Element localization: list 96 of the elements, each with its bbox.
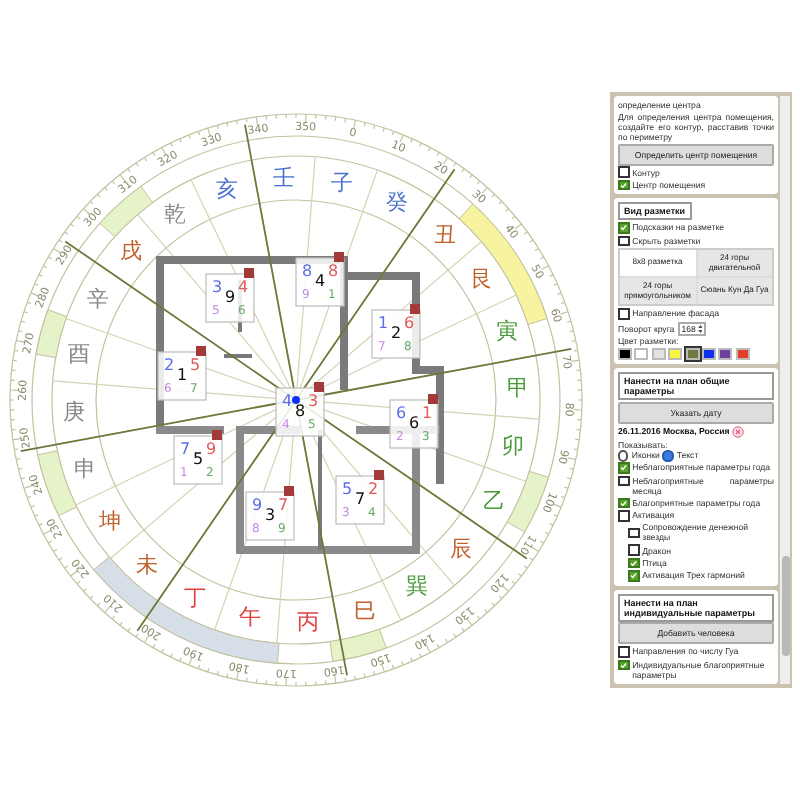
star-number: 5 bbox=[190, 356, 201, 374]
star-number: 4 bbox=[282, 392, 293, 410]
star-chart-card bbox=[245, 491, 295, 541]
star-number: 2 bbox=[391, 324, 402, 342]
marker-icon[interactable] bbox=[334, 252, 344, 262]
mountain-label: 巽 bbox=[405, 573, 428, 600]
mountain-label: 亥 bbox=[216, 175, 239, 202]
star-number: 4 bbox=[238, 278, 249, 296]
checkbox[interactable] bbox=[628, 557, 640, 569]
checkbox[interactable] bbox=[628, 570, 640, 582]
checkbox[interactable] bbox=[628, 527, 640, 539]
star-number: 2 bbox=[164, 356, 175, 374]
star-chart-card bbox=[275, 387, 325, 437]
star-number: 3 bbox=[265, 506, 276, 524]
marker-icon[interactable] bbox=[244, 268, 254, 278]
mountain-label: 酉 bbox=[67, 340, 90, 367]
star-number: 9 bbox=[252, 496, 263, 514]
star-number: 3 bbox=[212, 278, 223, 296]
color-swatch[interactable] bbox=[634, 348, 649, 361]
star-chart-card bbox=[173, 435, 223, 485]
color-swatch[interactable] bbox=[668, 348, 683, 361]
checkbox[interactable] bbox=[618, 179, 630, 191]
star-number: 8 bbox=[295, 402, 306, 420]
mountain-label: 壬 bbox=[273, 165, 296, 192]
star-number: 9 bbox=[225, 288, 236, 306]
star-number: 8 bbox=[302, 262, 313, 280]
star-chart-card bbox=[157, 351, 207, 401]
marker-icon[interactable] bbox=[196, 346, 206, 356]
star-number: 6 bbox=[409, 414, 420, 432]
mountain-label: 坤 bbox=[98, 507, 121, 534]
star-number: 8 bbox=[328, 262, 339, 280]
mountain-label: 丁 bbox=[184, 584, 207, 611]
mountain-label: 子 bbox=[331, 169, 354, 196]
color-swatch[interactable] bbox=[651, 348, 666, 361]
star-number: 1 bbox=[422, 404, 433, 422]
mountain-label: 艮 bbox=[471, 266, 494, 293]
mountain-label: 乙 bbox=[482, 487, 505, 514]
mountain-label: 戌 bbox=[120, 238, 142, 265]
checkbox[interactable] bbox=[618, 308, 630, 320]
mountain-label: 卯 bbox=[502, 433, 525, 460]
star-number: 7 bbox=[355, 490, 366, 508]
color-swatch[interactable] bbox=[685, 348, 700, 361]
star-number: 7 bbox=[278, 496, 289, 514]
star-number: 5 bbox=[342, 480, 353, 498]
mountain-label: 丑 bbox=[433, 222, 456, 248]
highlight-band bbox=[35, 309, 68, 359]
checkbox[interactable] bbox=[618, 166, 630, 178]
star-number: 7 bbox=[180, 440, 191, 458]
color-swatch[interactable] bbox=[718, 348, 733, 361]
checkbox[interactable] bbox=[618, 646, 630, 658]
mountain-label: 甲 bbox=[506, 375, 529, 402]
scrollbar[interactable] bbox=[780, 96, 790, 684]
star-chart-card bbox=[205, 273, 255, 323]
mountain-label: 丙 bbox=[296, 608, 319, 635]
checkbox[interactable] bbox=[618, 222, 630, 234]
mountain-label: 巳 bbox=[353, 598, 376, 625]
center-point-icon bbox=[292, 396, 300, 404]
mountain-label: 乾 bbox=[164, 200, 187, 227]
marker-icon[interactable] bbox=[410, 304, 420, 314]
marker-icon[interactable] bbox=[314, 382, 324, 392]
checkbox[interactable] bbox=[618, 475, 630, 487]
color-swatch[interactable] bbox=[618, 348, 632, 361]
marker-icon[interactable] bbox=[212, 430, 222, 440]
star-number: 4 bbox=[315, 272, 326, 290]
mountain-label: 癸 bbox=[385, 189, 408, 216]
checkbox[interactable] bbox=[618, 497, 630, 509]
star-number: 3 bbox=[308, 392, 319, 410]
mountain-label: 辛 bbox=[87, 286, 110, 313]
remove-icon[interactable] bbox=[732, 425, 745, 438]
mountain-label: 辰 bbox=[450, 535, 472, 562]
radio-button[interactable] bbox=[662, 450, 674, 462]
star-chart-card bbox=[295, 257, 345, 307]
checkbox[interactable] bbox=[618, 659, 630, 671]
mountain-label: 申 bbox=[73, 455, 96, 482]
star-number: 1 bbox=[378, 314, 389, 332]
checkbox[interactable] bbox=[618, 462, 630, 475]
star-number: 1 bbox=[177, 366, 188, 384]
mountain-label: 未 bbox=[136, 552, 159, 578]
star-number: 6 bbox=[396, 404, 407, 422]
marker-icon[interactable] bbox=[284, 486, 294, 496]
star-number: 5 bbox=[193, 450, 204, 468]
checkbox[interactable] bbox=[628, 544, 640, 556]
star-chart-card bbox=[371, 309, 421, 359]
star-number: 6 bbox=[404, 314, 415, 332]
star-number: 2 bbox=[368, 480, 379, 498]
mountain-label: 庚 bbox=[63, 398, 86, 425]
color-swatch[interactable] bbox=[735, 348, 750, 361]
checkbox[interactable] bbox=[618, 235, 630, 247]
star-chart-card bbox=[389, 399, 439, 449]
star-chart-card bbox=[335, 475, 385, 525]
marker-icon[interactable] bbox=[428, 394, 438, 404]
mountain-label: 寅 bbox=[496, 318, 519, 345]
marker-icon[interactable] bbox=[374, 470, 384, 480]
mountain-label: 午 bbox=[238, 604, 261, 631]
star-number: 9 bbox=[206, 440, 217, 458]
checkbox[interactable] bbox=[618, 510, 630, 522]
